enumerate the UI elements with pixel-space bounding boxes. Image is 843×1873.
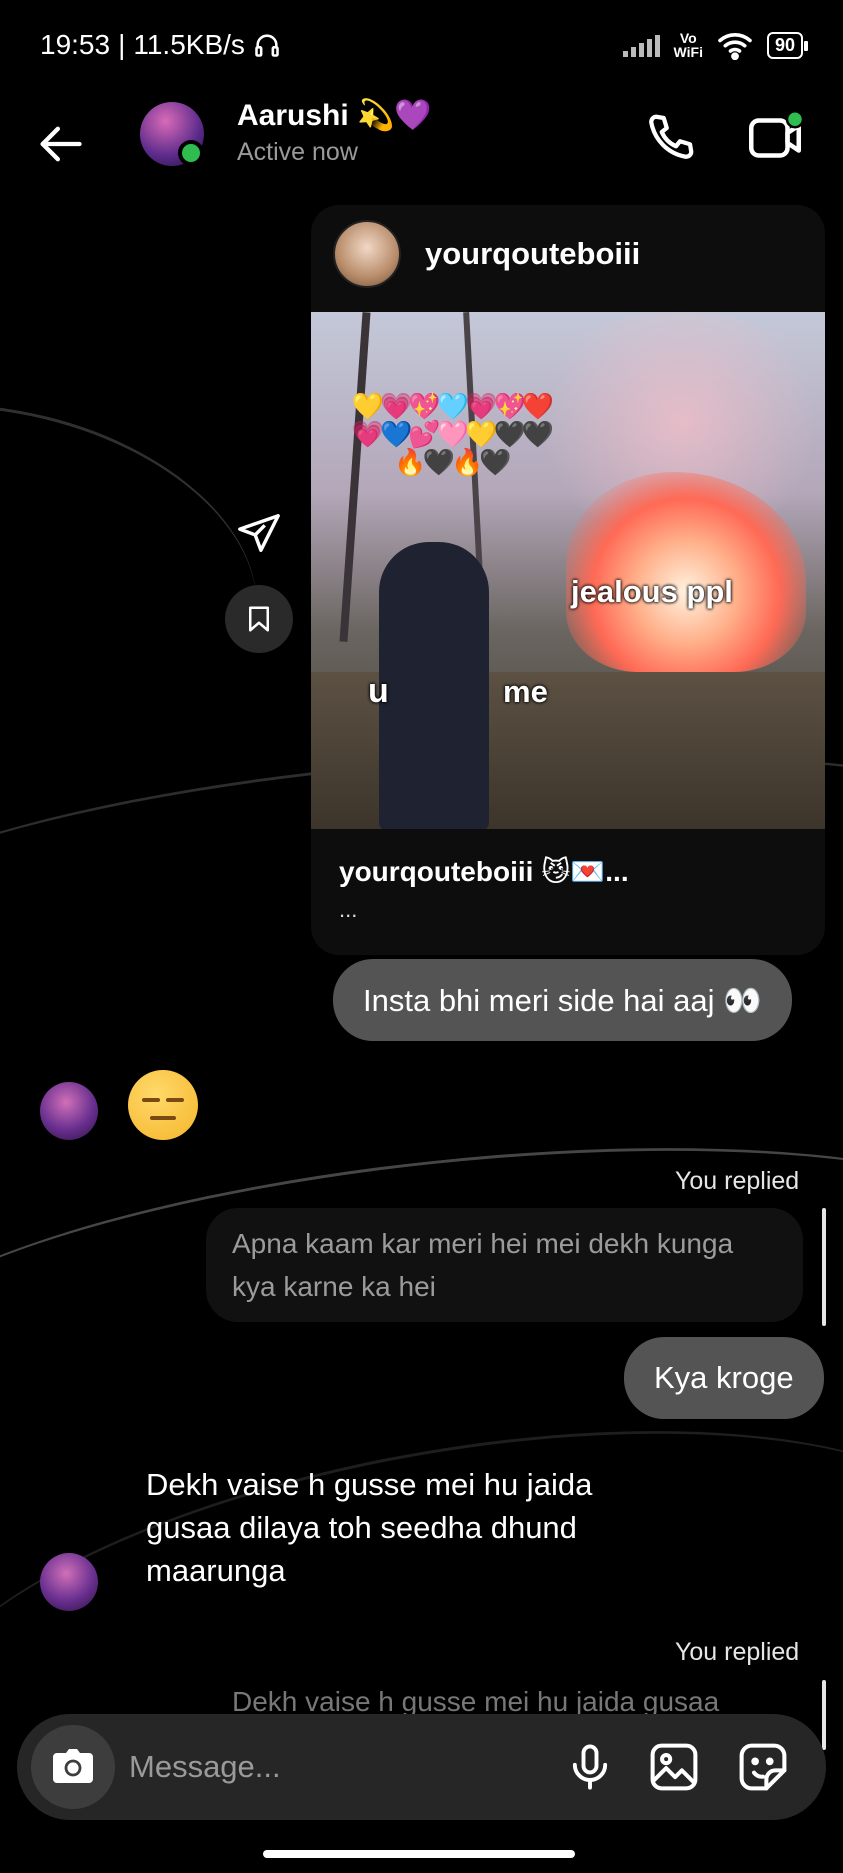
you-replied-label: You replied: [675, 1638, 800, 1666]
video-call-icon[interactable]: [745, 108, 805, 168]
you-replied-label: You replied: [675, 1167, 800, 1195]
message-composer: [17, 1714, 826, 1820]
camera-icon: [53, 1749, 93, 1783]
post-author-avatar[interactable]: [333, 220, 401, 288]
online-indicator: [178, 140, 204, 166]
gallery-icon[interactable]: [647, 1740, 701, 1794]
phone-icon[interactable]: [640, 108, 700, 168]
bookmark-icon: [249, 606, 269, 632]
reply-indicator-bar: [822, 1680, 826, 1750]
contact-status: Active now: [237, 138, 358, 166]
meme-label-me: me: [503, 674, 548, 709]
wifi-icon: [718, 33, 752, 60]
reply-quote-bubble[interactable]: Dekh vaise h gusse mei hu jaida gusaa: [206, 1680, 803, 1714]
reply-indicator-bar: [822, 1208, 826, 1326]
hearts-cluster: 💛💗💖🩵💗💖❤️💗💙💕🩷💛🖤🖤🔥🖤🔥🖤: [351, 391, 555, 477]
status-bar: 19:53 | 11.5KB/s Vo WiFi 90: [0, 0, 843, 90]
microphone-icon[interactable]: [564, 1740, 616, 1794]
meme-label-u: u: [368, 672, 389, 710]
post-caption: yourqouteboiii 😼💌...: [339, 856, 629, 887]
home-indicator[interactable]: [263, 1850, 575, 1858]
shared-post[interactable]: yourqouteboiii 💛💗💖🩵💗💖❤️💗💙💕🩷💛🖤🖤🔥🖤🔥🖤 jealo…: [311, 205, 825, 955]
post-image[interactable]: 💛💗💖🩵💗💖❤️💗💙💕🩷💛🖤🖤🔥🖤🔥🖤 jealous ppl u me: [311, 312, 825, 829]
meme-label-jealous: jealous ppl: [571, 574, 733, 609]
signal-icon: [622, 33, 660, 57]
post-caption-more: ...: [339, 897, 358, 922]
sender-avatar[interactable]: [40, 1553, 98, 1611]
message-bubble-incoming[interactable]: Dekh vaise h gusse mei hu jaida gusaa di…: [146, 1463, 666, 1592]
message-bubble-outgoing[interactable]: Kya kroge: [624, 1337, 824, 1419]
contact-name[interactable]: Aarushi 💫💜: [237, 98, 432, 133]
status-time: 19:53: [40, 29, 111, 60]
message-bubble-outgoing[interactable]: Insta bhi meri side hai aaj 👀: [333, 959, 792, 1041]
sender-avatar[interactable]: [40, 1082, 98, 1140]
sticker-icon[interactable]: [736, 1740, 790, 1794]
message-input[interactable]: [129, 1740, 549, 1794]
headphones-icon: [255, 34, 279, 57]
battery-indicator: 90: [766, 31, 809, 59]
couple-silhouette: [379, 542, 489, 829]
expressionless-face-emoji[interactable]: [128, 1070, 198, 1140]
share-icon[interactable]: [236, 510, 282, 556]
reply-quote-bubble[interactable]: Apna kaam kar meri hei mei dekh kunga ky…: [206, 1208, 803, 1322]
back-arrow-icon[interactable]: [34, 118, 86, 170]
network-speed: 11.5KB/s: [133, 29, 245, 60]
chat-header: Aarushi 💫💜 Active now: [0, 90, 843, 220]
camera-button[interactable]: [31, 1725, 115, 1809]
save-button[interactable]: [225, 585, 293, 653]
vowifi-indicator: Vo WiFi: [673, 30, 703, 60]
post-author-name[interactable]: yourqouteboiii: [425, 236, 640, 272]
